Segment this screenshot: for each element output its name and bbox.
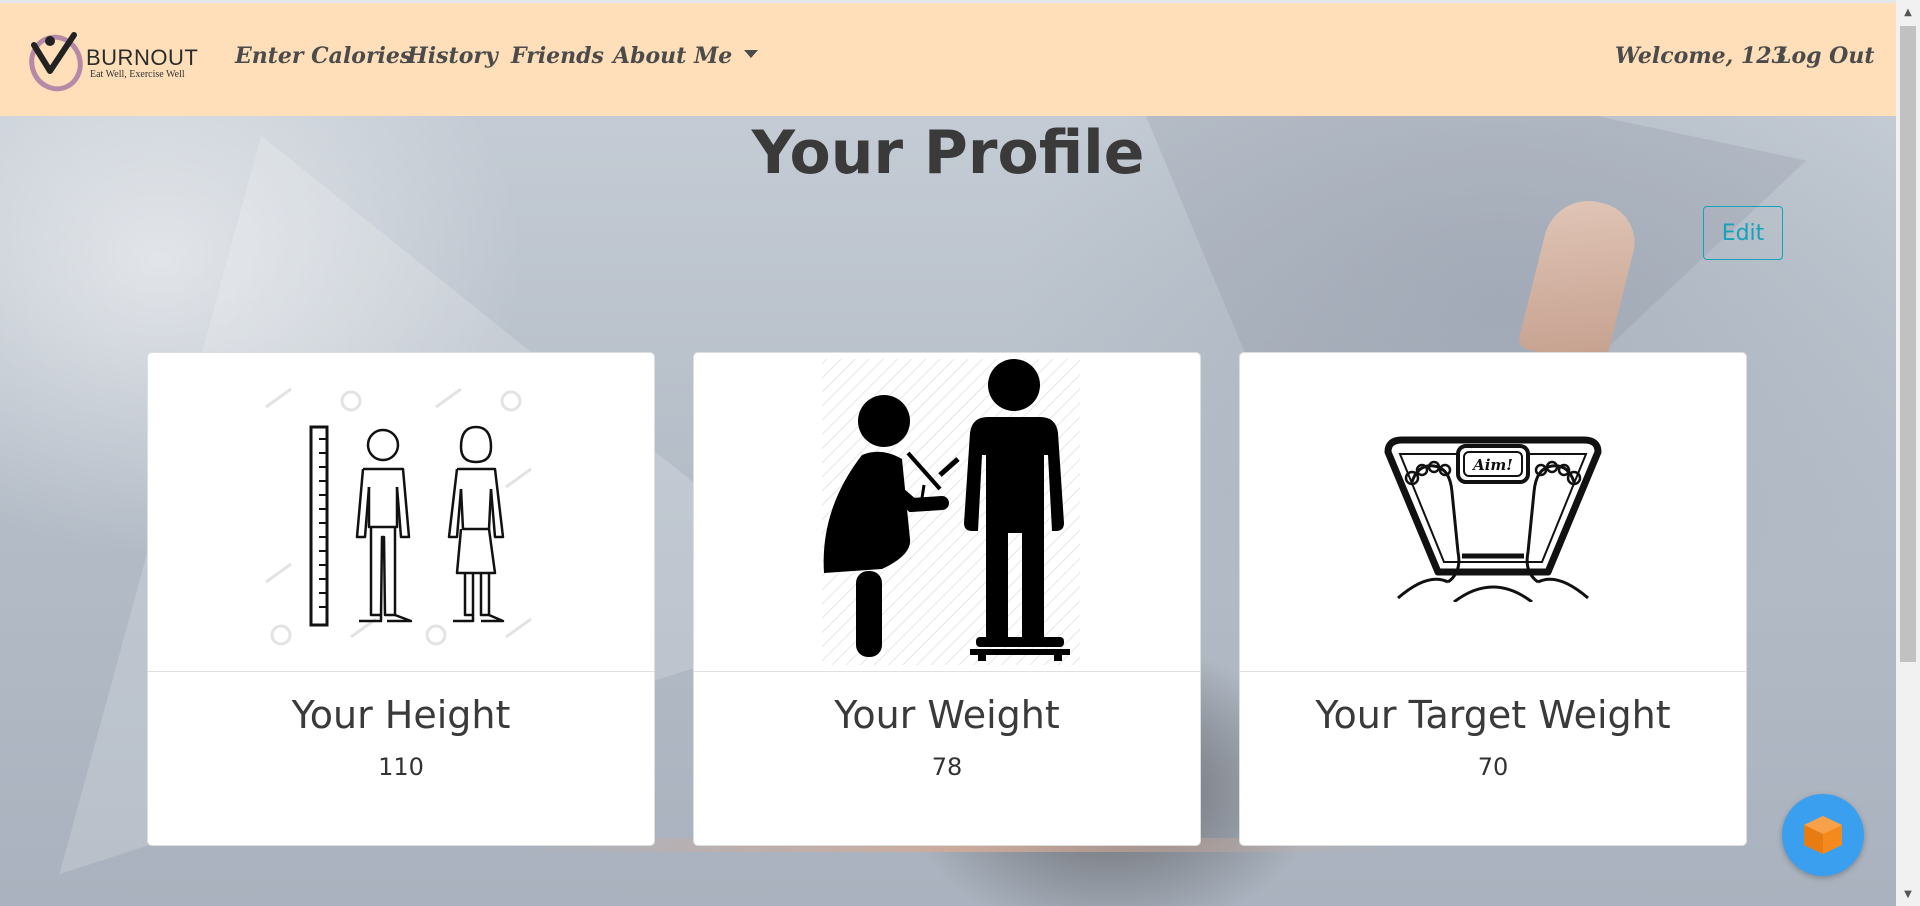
height-chart-icon [265,387,532,646]
weight-value: 78 [931,753,963,781]
cube-icon [1804,816,1842,854]
nav-about-me-label: About Me [613,43,733,69]
welcome-text: Welcome, 123 [1615,43,1787,69]
brand-logo[interactable]: BURNOUT Eat Well, Exercise Well [28,27,198,97]
page-title: Your Profile [751,118,1145,188]
nav-friends[interactable]: Friends [511,43,604,69]
weight-image [694,353,1200,672]
height-image [148,353,654,672]
weight-title: Your Weight [834,693,1060,737]
scroll-down-arrow-icon[interactable]: ▼ [1896,882,1920,906]
chat-widget-button[interactable] [1782,794,1864,876]
nav-about-me-dropdown[interactable]: About Me [613,43,759,69]
burnout-logo-icon [29,32,83,92]
weight-card: Your Weight 78 [693,352,1201,846]
target-weight-value: 70 [1477,753,1509,781]
edit-button[interactable]: Edit [1703,206,1783,260]
scroll-thumb[interactable] [1900,26,1916,662]
page-scrollbar[interactable]: ▲ ▼ [1896,0,1920,906]
nav-history[interactable]: History [407,43,498,69]
height-value: 110 [378,753,424,781]
navbar: BURNOUT Eat Well, Exercise Well Enter Ca… [0,0,1896,116]
nav-enter-calories[interactable]: Enter Calories [235,43,412,69]
brand-tagline: Eat Well, Exercise Well [90,69,185,80]
logout-link[interactable]: Log Out [1776,43,1875,69]
aim-label: Aim! [1471,456,1513,474]
weigh-in-icon [822,359,1080,665]
scroll-up-arrow-icon[interactable]: ▲ [1896,0,1920,24]
scale-aim-icon: Aim! [1384,436,1602,602]
brand-name: BURNOUT [86,45,199,70]
target-weight-title: Your Target Weight [1315,693,1671,737]
height-card: Your Height 110 [147,352,655,846]
chevron-down-icon [744,50,759,58]
target-weight-card: Aim! Your Target Weight 70 [1239,352,1747,846]
target-weight-image: Aim! [1240,353,1746,672]
height-title: Your Height [291,693,511,737]
